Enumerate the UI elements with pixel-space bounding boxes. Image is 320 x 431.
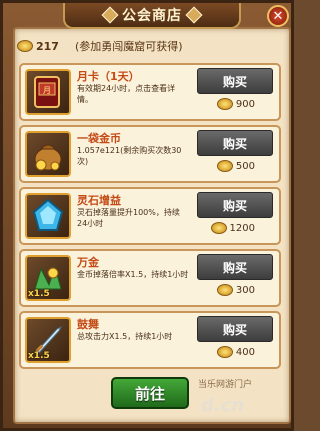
guild-points-icon xyxy=(17,40,33,52)
list-item: x1.5 鼓舞 总攻击力X1.5，持续1小时 购买 400 xyxy=(19,311,281,369)
close-button[interactable]: ✕ xyxy=(267,5,289,27)
title-left-ornament-icon xyxy=(101,6,119,24)
guild-coin-icon xyxy=(216,284,233,296)
title-bar: 公会商店 xyxy=(63,3,241,29)
guild-coin-icon xyxy=(216,346,233,358)
multiplier-badge: x1.5 xyxy=(28,351,50,361)
item-description: 灵石掉落量提升100%，持续24小时 xyxy=(77,208,180,228)
buy-button[interactable]: 购买 xyxy=(197,130,273,156)
item-name: 鼓舞 xyxy=(77,318,99,331)
item-price: 500 xyxy=(216,160,255,172)
buy-button[interactable]: 购买 xyxy=(197,316,273,342)
shop-window: 公会商店 ✕ 217 (参加勇闯魔窟可获得) 月 月卡（1天） 有效期24小时，… xyxy=(0,0,294,431)
item-price: 900 xyxy=(216,98,255,110)
item-price: 400 xyxy=(216,346,255,358)
item-name: 一袋金币 xyxy=(77,132,121,145)
spirit-stone-icon xyxy=(25,193,71,239)
points-hint: (参加勇闯魔窟可获得) xyxy=(74,40,183,53)
multiplier-badge: x1.5 xyxy=(28,289,50,299)
guild-coin-icon xyxy=(210,222,227,234)
svg-text:月: 月 xyxy=(43,86,51,95)
buy-button[interactable]: 购买 xyxy=(197,68,273,94)
price-value: 1200 xyxy=(229,222,255,234)
points-bar: 217 (参加勇闯魔窟可获得) xyxy=(17,37,283,55)
item-description[interactable]: 有效期24小时，点击查看详情。 xyxy=(77,83,189,105)
item-description: 1.057e121(剩余购买次数30次) xyxy=(77,146,182,166)
list-item: 一袋金币 1.057e121(剩余购买次数30次) 购买 500 xyxy=(19,125,281,183)
item-description: 总攻击力X1.5，持续1小时 xyxy=(77,332,173,341)
buy-button[interactable]: 购买 xyxy=(197,192,273,218)
list-item: 月 月卡（1天） 有效期24小时，点击查看详情。 购买 900 xyxy=(19,63,281,121)
price-value: 300 xyxy=(235,284,255,296)
item-price: 300 xyxy=(216,284,255,296)
guild-coin-icon xyxy=(216,98,233,110)
watermark-text: 当乐网游门户 xyxy=(198,380,253,390)
item-description: 金币掉落倍率X1.5，持续1小时 xyxy=(77,270,189,279)
item-name: 万金 xyxy=(77,256,99,269)
price-value: 900 xyxy=(235,98,255,110)
go-button[interactable]: 前往 xyxy=(111,377,189,409)
price-value: 500 xyxy=(235,160,255,172)
list-item: 灵石增益 灵石掉落量提升100%，持续24小时 购买 1200 xyxy=(19,187,281,245)
item-name: 灵石增益 xyxy=(77,194,121,207)
gold-bag-icon xyxy=(25,131,71,177)
watermark-domain: d.cn xyxy=(201,395,245,416)
page-title: 公会商店 xyxy=(122,8,182,24)
item-name: 月卡（1天） xyxy=(77,70,140,83)
guild-points-value: 217 xyxy=(36,39,59,53)
buy-button[interactable]: 购买 xyxy=(197,254,273,280)
price-value: 400 xyxy=(235,346,255,358)
item-price: 1200 xyxy=(210,222,255,234)
title-right-ornament-icon xyxy=(185,6,203,24)
guild-coin-icon xyxy=(216,160,233,172)
month-card-icon: 月 xyxy=(25,69,71,115)
sword-icon: x1.5 xyxy=(25,317,71,363)
list-item: x1.5 万金 金币掉落倍率X1.5，持续1小时 购买 300 xyxy=(19,249,281,307)
gold-boost-icon: x1.5 xyxy=(25,255,71,301)
